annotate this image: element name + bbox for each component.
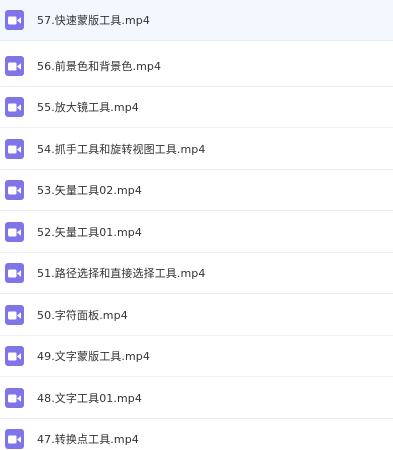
file-row[interactable]: 47.转换点工具.mp4	[0, 419, 393, 450]
file-name: 57.快速蒙版工具.mp4	[37, 14, 150, 27]
file-name: 47.转换点工具.mp4	[37, 433, 139, 446]
file-row[interactable]: 57.快速蒙版工具.mp4	[0, 0, 393, 41]
video-file-icon	[5, 139, 24, 159]
file-name: 56.前景色和背景色.mp4	[37, 60, 162, 73]
video-file-icon	[5, 388, 24, 408]
file-row[interactable]: 51.路径选择和直接选择工具.mp4	[0, 253, 393, 294]
file-name: 54.抓手工具和旋转视图工具.mp4	[37, 143, 206, 156]
video-file-icon	[5, 305, 24, 325]
file-row[interactable]: 49.文字蒙版工具.mp4	[0, 336, 393, 377]
video-file-icon	[5, 222, 24, 242]
file-row[interactable]: 52.矢量工具01.mp4	[0, 212, 393, 253]
file-row[interactable]: 50.字符面板.mp4	[0, 295, 393, 336]
file-name: 49.文字蒙版工具.mp4	[37, 350, 150, 363]
video-file-icon	[5, 10, 24, 30]
video-file-icon	[5, 56, 24, 76]
file-name: 51.路径选择和直接选择工具.mp4	[37, 267, 206, 280]
file-row[interactable]: 55.放大镜工具.mp4	[0, 87, 393, 128]
file-name: 52.矢量工具01.mp4	[37, 226, 142, 239]
file-row[interactable]: 48.文字工具01.mp4	[0, 378, 393, 419]
file-row[interactable]: 56.前景色和背景色.mp4	[0, 46, 393, 87]
file-row[interactable]: 53.矢量工具02.mp4	[0, 170, 393, 211]
video-file-icon	[5, 346, 24, 366]
video-file-icon	[5, 180, 24, 200]
video-file-icon	[5, 429, 24, 449]
file-name: 50.字符面板.mp4	[37, 309, 128, 322]
video-file-icon	[5, 263, 24, 283]
file-name: 53.矢量工具02.mp4	[37, 184, 142, 197]
video-file-icon	[5, 97, 24, 117]
file-row[interactable]: 54.抓手工具和旋转视图工具.mp4	[0, 129, 393, 170]
file-list: 57.快速蒙版工具.mp4 56.前景色和背景色.mp4 55.放大镜工具.mp…	[0, 0, 393, 450]
file-name: 48.文字工具01.mp4	[37, 392, 142, 405]
file-name: 55.放大镜工具.mp4	[37, 101, 139, 114]
